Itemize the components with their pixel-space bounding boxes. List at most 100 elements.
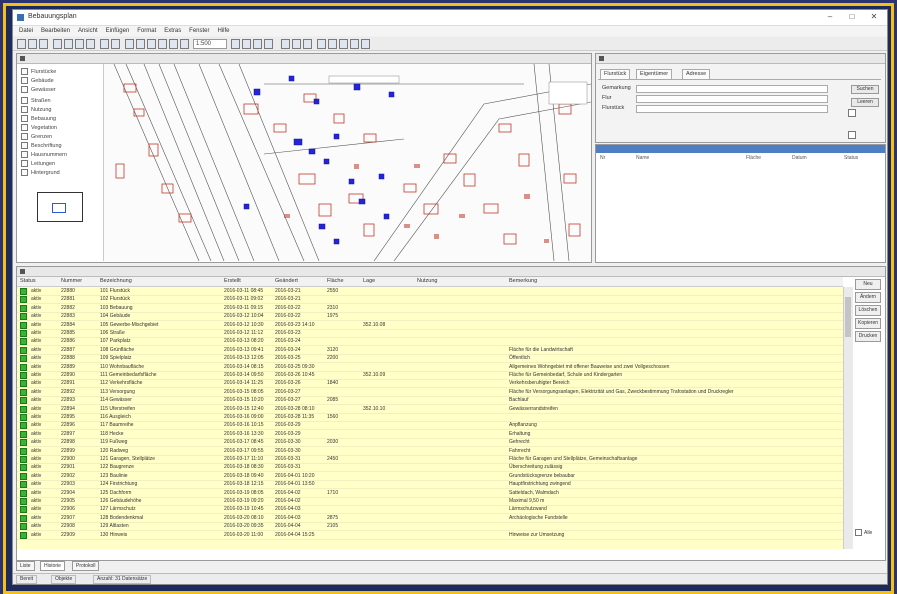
clear-button[interactable]: Leeren — [851, 98, 879, 107]
tab-liste[interactable]: Liste — [16, 561, 35, 571]
cell-nummer: 22907 — [61, 514, 75, 521]
save-icon[interactable] — [39, 39, 48, 49]
menu-item[interactable]: Einfügen — [106, 26, 130, 36]
help-icon[interactable] — [361, 39, 370, 49]
legend-item[interactable]: Beschriftung — [21, 142, 62, 149]
cell-bez: 106 Straße — [100, 330, 125, 336]
search-icon[interactable] — [253, 39, 262, 49]
legend-item[interactable]: Gebäude — [21, 77, 54, 84]
cell-erst: 2016-03-17 08:45 — [224, 439, 264, 446]
legend-item[interactable]: Leitungen — [21, 160, 55, 167]
menu-item[interactable]: Datei — [19, 26, 33, 36]
results-column[interactable]: Nr — [600, 155, 605, 161]
minimize-button[interactable]: – — [819, 11, 841, 23]
tab-protokoll[interactable]: Protokoll — [72, 561, 100, 571]
legend-item[interactable]: Bebauung — [21, 115, 56, 122]
menu-item[interactable]: Fenster — [189, 26, 209, 36]
legend-item[interactable]: Flurstücke — [21, 68, 56, 75]
column-header[interactable]: Lage — [363, 278, 375, 284]
overview-viewport[interactable] — [52, 203, 66, 213]
scrollbar-thumb[interactable] — [845, 297, 851, 337]
table-row[interactable]: aktiv 22909 130 Hinweis 2016-03-20 11:00 201… — [17, 531, 843, 540]
tab-adresse[interactable]: Adresse — [682, 69, 711, 79]
zoom-out-icon[interactable] — [136, 39, 145, 49]
column-header[interactable]: Nummer — [61, 278, 82, 284]
menu-item[interactable]: Bearbeiten — [41, 26, 70, 36]
legend-item[interactable]: Hintergrund — [21, 169, 60, 176]
filter-icon[interactable] — [242, 39, 251, 49]
copy-icon[interactable] — [75, 39, 84, 49]
cell-fl: 1840 — [327, 380, 339, 387]
legend-item[interactable]: Hausnummern — [21, 151, 67, 158]
cell-nummer: 22893 — [61, 397, 75, 404]
pan-icon[interactable] — [147, 39, 156, 49]
cell-nummer: 22882 — [61, 304, 75, 311]
cell-status: aktiv — [31, 447, 42, 454]
results-column[interactable]: Name — [636, 155, 649, 161]
layer-icon[interactable] — [231, 39, 240, 49]
select-all-checkbox[interactable]: Alle — [855, 529, 872, 536]
results-column[interactable]: Fläche — [746, 155, 761, 161]
print-icon[interactable] — [53, 39, 62, 49]
open-icon[interactable] — [28, 39, 37, 49]
map-canvas[interactable] — [104, 64, 591, 261]
info-icon[interactable] — [180, 39, 189, 49]
column-header[interactable]: Bemerkung — [509, 278, 537, 284]
chart-icon[interactable] — [339, 39, 348, 49]
zoom-in-icon[interactable] — [125, 39, 134, 49]
measure-icon[interactable] — [169, 39, 178, 49]
menu-item[interactable]: Extras — [164, 26, 181, 36]
column-header[interactable]: Fläche — [327, 278, 344, 284]
export-icon[interactable] — [350, 39, 359, 49]
legend-item[interactable]: Vegetation — [21, 124, 57, 131]
scale-combo[interactable]: 1:500 — [193, 39, 227, 49]
cut-icon[interactable] — [64, 39, 73, 49]
results-column[interactable]: Datum — [792, 155, 807, 161]
column-header[interactable]: Erstellt — [224, 278, 241, 284]
tab-eigentuemer[interactable]: Eigentümer — [636, 69, 673, 79]
cell-gea: 2016-03-27 — [275, 397, 301, 404]
menu-item[interactable]: Ansicht — [78, 26, 98, 36]
option-checkbox[interactable] — [848, 131, 856, 139]
draw-line-icon[interactable] — [281, 39, 290, 49]
menu-item[interactable]: Hilfe — [217, 26, 229, 36]
redo-icon[interactable] — [111, 39, 120, 49]
cell-gea: 2016-04-04 — [275, 523, 301, 530]
legend-item[interactable]: Straßen — [21, 97, 51, 104]
close-button[interactable]: ✕ — [863, 11, 885, 23]
maximize-button[interactable]: □ — [841, 11, 863, 23]
print-record-button[interactable]: Drucken — [855, 331, 881, 342]
delete-record-button[interactable]: Löschen — [855, 305, 881, 316]
legend-item[interactable]: Nutzung — [21, 106, 52, 113]
cell-gea: 2016-04-02 — [275, 489, 301, 496]
edit-record-button[interactable]: Ändern — [855, 292, 881, 303]
legend-item[interactable]: Grenzen — [21, 133, 52, 140]
results-column[interactable]: Status — [844, 155, 858, 161]
column-header[interactable]: Geändert — [275, 278, 298, 284]
overview-map[interactable] — [37, 192, 83, 222]
new-record-button[interactable]: Neu — [855, 279, 881, 290]
menu-item[interactable]: Format — [137, 26, 156, 36]
new-icon[interactable] — [17, 39, 26, 49]
column-header[interactable]: Status — [20, 278, 36, 284]
copy-record-button[interactable]: Kopieren — [855, 318, 881, 329]
vertical-scrollbar[interactable] — [843, 287, 853, 549]
table-icon[interactable] — [328, 39, 337, 49]
undo-icon[interactable] — [100, 39, 109, 49]
tab-flurstueck[interactable]: Flurstück — [600, 69, 631, 79]
flurstueck-field[interactable] — [636, 105, 828, 113]
column-header[interactable]: Bezeichnung — [100, 278, 132, 284]
gemarkung-field[interactable] — [636, 85, 828, 93]
flur-field[interactable] — [636, 95, 828, 103]
tab-historie[interactable]: Historie — [40, 561, 65, 571]
legend-item[interactable]: Gewässer — [21, 86, 56, 93]
draw-point-icon[interactable] — [303, 39, 312, 49]
option-checkbox[interactable] — [848, 109, 856, 117]
select-icon[interactable] — [158, 39, 167, 49]
search-button[interactable]: Suchen — [851, 85, 879, 94]
column-header[interactable]: Nutzung — [417, 278, 438, 284]
refresh-icon[interactable] — [264, 39, 273, 49]
paste-icon[interactable] — [86, 39, 95, 49]
grid-icon[interactable] — [317, 39, 326, 49]
draw-polygon-icon[interactable] — [292, 39, 301, 49]
